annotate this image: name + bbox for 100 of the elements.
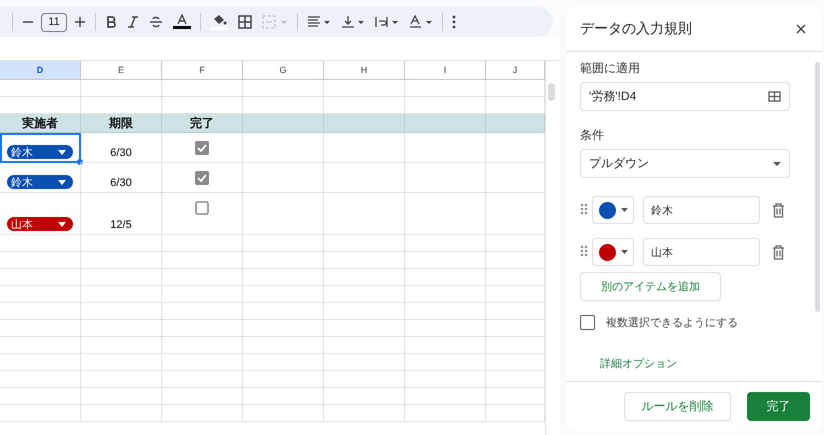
table-cell[interactable] [81,303,162,320]
checkbox[interactable] [195,201,209,215]
grid-icon[interactable] [768,91,781,102]
table-cell[interactable] [486,252,545,269]
table-cell[interactable]: 12/5 [81,193,162,235]
table-cell[interactable] [162,337,243,354]
table-cell[interactable] [324,337,405,354]
table-cell[interactable] [162,163,243,193]
table-cell[interactable] [405,337,486,354]
table-cell[interactable] [0,354,81,371]
table-cell[interactable] [324,286,405,303]
drag-handle-icon[interactable] [580,245,588,259]
table-cell[interactable]: 6/30 [81,133,162,163]
table-header-cell[interactable] [324,114,405,133]
table-cell[interactable] [324,80,405,97]
drag-handle-icon[interactable] [580,203,588,217]
table-cell[interactable] [243,163,324,193]
trash-icon[interactable] [772,244,785,260]
table-cell[interactable] [405,286,486,303]
font-size-field[interactable]: 11 [41,12,67,32]
table-cell[interactable] [0,252,81,269]
table-cell[interactable] [324,371,405,388]
table-cell[interactable] [486,337,545,354]
table-cell[interactable] [486,286,545,303]
table-cell[interactable] [405,269,486,286]
table-cell[interactable] [162,371,243,388]
table-cell[interactable] [486,371,545,388]
table-cell[interactable] [162,354,243,371]
table-cell[interactable] [405,354,486,371]
column-header[interactable]: I [405,61,486,80]
table-cell[interactable] [486,388,545,405]
criteria-dropdown[interactable]: プルダウン [580,149,790,178]
table-cell[interactable] [324,163,405,193]
table-cell[interactable]: 6/30 [81,163,162,193]
table-cell[interactable] [81,354,162,371]
table-cell[interactable] [405,388,486,405]
table-cell[interactable] [324,320,405,337]
table-cell[interactable] [243,252,324,269]
table-cell[interactable] [405,405,486,422]
table-cell[interactable] [324,354,405,371]
table-cell[interactable] [162,388,243,405]
table-cell[interactable] [486,80,545,97]
table-cell[interactable] [81,337,162,354]
table-cell[interactable] [405,371,486,388]
table-cell[interactable] [162,286,243,303]
add-item-button[interactable]: 別のアイテムを追加 [580,272,721,301]
table-cell[interactable] [162,303,243,320]
table-cell[interactable] [0,320,81,337]
table-cell[interactable] [324,388,405,405]
table-cell[interactable] [324,133,405,163]
checkbox[interactable] [195,171,209,185]
range-field[interactable]: '労務'!D4 [580,82,790,111]
table-cell[interactable] [162,133,243,163]
table-cell[interactable] [162,269,243,286]
table-cell[interactable] [81,388,162,405]
option-field[interactable]: 鈴木 [643,196,760,224]
table-cell[interactable] [486,303,545,320]
table-cell[interactable] [243,354,324,371]
table-cell[interactable] [324,303,405,320]
remove-rule-button[interactable]: ルールを削除 [624,392,731,421]
table-cell[interactable] [486,269,545,286]
table-cell[interactable] [243,371,324,388]
table-cell[interactable] [405,133,486,163]
table-cell[interactable] [405,252,486,269]
table-cell[interactable] [486,405,545,422]
table-cell[interactable] [162,405,243,422]
table-cell[interactable] [0,337,81,354]
table-header-cell[interactable] [405,114,486,133]
table-cell[interactable] [243,337,324,354]
table-cell[interactable] [243,286,324,303]
table-cell[interactable] [0,269,81,286]
table-cell[interactable] [486,163,545,193]
table-cell[interactable] [0,371,81,388]
table-cell[interactable] [243,235,324,252]
table-cell[interactable] [81,320,162,337]
table-cell[interactable] [81,235,162,252]
table-cell[interactable] [243,320,324,337]
table-cell[interactable] [0,405,81,422]
table-cell[interactable] [162,235,243,252]
table-cell[interactable] [405,80,486,97]
dropdown-chip[interactable]: 鈴木 [7,175,73,189]
table-cell[interactable] [405,320,486,337]
table-cell[interactable] [0,388,81,405]
dropdown-chip[interactable]: 鈴木 [7,145,73,159]
table-cell[interactable] [486,193,545,235]
table-cell[interactable] [0,235,81,252]
table-cell[interactable] [324,235,405,252]
column-header[interactable]: J [486,61,545,80]
table-cell[interactable] [486,320,545,337]
trash-icon[interactable] [772,202,785,218]
table-cell[interactable] [162,320,243,337]
table-cell[interactable] [81,80,162,97]
close-icon[interactable] [796,24,806,34]
column-header[interactable]: D [0,61,81,80]
table-cell[interactable]: 鈴木 [0,133,81,163]
table-cell[interactable] [486,354,545,371]
table-cell[interactable] [405,235,486,252]
column-header[interactable]: F [162,61,243,80]
color-picker[interactable] [592,196,634,224]
table-cell[interactable] [81,269,162,286]
